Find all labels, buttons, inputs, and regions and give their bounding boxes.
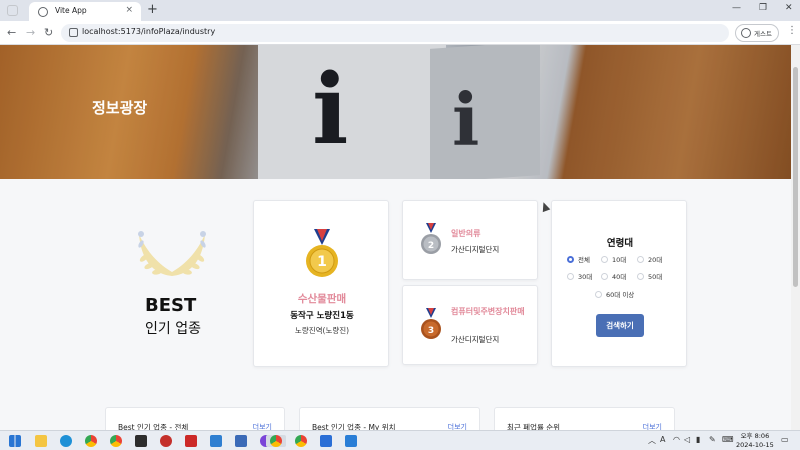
image-viewer-icon[interactable] bbox=[345, 435, 357, 447]
medal-rank-3: 3 bbox=[428, 326, 434, 336]
age-option-20s[interactable]: 20대 bbox=[637, 256, 662, 265]
speaker-icon[interactable]: ◁ bbox=[684, 435, 690, 444]
rank-1-station: 노량진역(노량진) bbox=[294, 326, 350, 335]
tab-title: Vite App bbox=[55, 6, 87, 15]
rank-3-area: 가산디지털단지 bbox=[451, 335, 500, 344]
rank-1-industry: 수산물판매 bbox=[297, 293, 347, 305]
terminal-icon[interactable] bbox=[135, 435, 147, 447]
age-option-30s[interactable]: 30대 bbox=[567, 273, 592, 282]
pen-icon[interactable]: ✎ bbox=[709, 435, 716, 444]
rank-1-district: 동작구 노량진1동 bbox=[290, 311, 354, 321]
page-scrollbar[interactable] bbox=[791, 45, 800, 430]
file-explorer-icon[interactable] bbox=[35, 435, 47, 447]
best-my-location-more-link[interactable]: 더보기 bbox=[448, 422, 467, 430]
tray-chevron-icon[interactable]: ︿ bbox=[648, 435, 656, 446]
chrome-icon[interactable] bbox=[85, 435, 97, 447]
profile-button[interactable]: 게스트 bbox=[735, 24, 779, 42]
new-tab-button[interactable]: + bbox=[147, 2, 158, 18]
browser-menu-icon[interactable]: ⋮ bbox=[787, 25, 797, 36]
profile-label: 게스트 bbox=[754, 30, 772, 38]
tab-search-icon[interactable] bbox=[7, 5, 18, 16]
rank-2-industry: 일반의류 bbox=[451, 229, 481, 238]
notification-icon[interactable]: ▭ bbox=[781, 435, 789, 444]
rank-3-card[interactable]: 3 컴퓨터및주변장치판매 가산디지털단지 bbox=[402, 285, 538, 365]
database-app-icon[interactable] bbox=[185, 435, 197, 447]
vscode-icon[interactable] bbox=[210, 435, 222, 447]
clock-date: 2024-10-15 bbox=[736, 440, 774, 449]
mouse-cursor-icon bbox=[539, 200, 551, 213]
age-option-10s[interactable]: 10대 bbox=[601, 256, 626, 265]
closure-rate-more-link[interactable]: 더보기 bbox=[643, 422, 662, 430]
rank-2-card[interactable]: 2 일반의류 가산디지털단지 bbox=[402, 200, 538, 280]
app-icon[interactable] bbox=[235, 435, 247, 447]
scrollbar-thumb[interactable] bbox=[793, 67, 798, 287]
radio-selected-icon bbox=[567, 256, 574, 263]
url-text[interactable]: localhost:5173/infoPlaza/industry bbox=[82, 27, 215, 36]
chrome-active-icon[interactable] bbox=[270, 435, 282, 447]
rank-1-card[interactable]: 1 수산물판매 동작구 노량진1동 노량진역(노량진) bbox=[253, 200, 389, 367]
best-subtitle: 인기 업종 bbox=[145, 321, 201, 337]
closure-rate-card: 최근 폐업률 순위 더보기 bbox=[494, 407, 675, 430]
keyboard-icon[interactable]: ⌨ bbox=[722, 435, 734, 444]
age-option-40s[interactable]: 40대 bbox=[601, 273, 626, 282]
wifi-icon[interactable]: ◠ bbox=[673, 435, 680, 444]
microphone-icon[interactable]: ▮ bbox=[696, 435, 700, 444]
best-all-more-link[interactable]: 더보기 bbox=[253, 422, 272, 430]
closure-rate-title: 최근 폐업률 순위 bbox=[507, 423, 561, 430]
best-my-location-title: Best 인기 업종 - My 위치 bbox=[312, 423, 396, 430]
age-option-60s-plus[interactable]: 60대 이상 bbox=[595, 291, 634, 300]
back-button[interactable]: ← bbox=[7, 25, 16, 41]
hero-banner: i i 정보광장 bbox=[0, 45, 791, 179]
recording-app-icon[interactable] bbox=[160, 435, 172, 447]
bronze-medal-icon: 3 bbox=[421, 308, 441, 339]
age-filter-card: 연령대 전체 10대 20대 30대 40대 50대 60대 이상 검색하기 bbox=[551, 200, 687, 367]
best-block: BEST 인기 업종 bbox=[105, 200, 240, 367]
photos-icon[interactable] bbox=[320, 435, 332, 447]
age-filter-title: 연령대 bbox=[606, 238, 634, 249]
maximize-button[interactable]: ❐ bbox=[759, 3, 767, 13]
age-option-all[interactable]: 전체 bbox=[567, 256, 590, 265]
edge-icon[interactable] bbox=[60, 435, 72, 447]
age-option-50s[interactable]: 50대 bbox=[637, 273, 662, 282]
page-viewport: i i 정보광장 BEST 인기 업종 1 수산물판매 동작구 노량진1동 노량… bbox=[0, 45, 800, 430]
globe-icon bbox=[38, 7, 48, 17]
rank-2-area: 가산디지털단지 bbox=[451, 245, 500, 254]
clock-time: 8:06 bbox=[754, 432, 770, 440]
chrome-app-icon[interactable] bbox=[110, 435, 122, 447]
close-window-button[interactable]: ✕ bbox=[785, 3, 793, 13]
medal-rank-1: 1 bbox=[317, 254, 327, 270]
system-clock[interactable]: 오후 8:06 2024-10-15 bbox=[736, 432, 774, 449]
browser-tab[interactable]: Vite App × bbox=[29, 2, 141, 21]
laurel-wreath-icon bbox=[138, 231, 206, 276]
best-my-location-card: Best 인기 업종 - My 위치 더보기 bbox=[299, 407, 480, 430]
chrome-profile-icon[interactable] bbox=[295, 435, 307, 447]
minimize-button[interactable]: — bbox=[732, 3, 741, 13]
browser-toolbar: ← → ↻ localhost:5173/infoPlaza/industry … bbox=[0, 21, 800, 45]
rank-3-industry: 컴퓨터및주변장치판매 bbox=[451, 307, 525, 316]
address-bar[interactable]: localhost:5173/infoPlaza/industry bbox=[61, 24, 729, 42]
windows-start-icon[interactable] bbox=[9, 435, 21, 447]
search-button[interactable]: 검색하기 bbox=[596, 314, 644, 337]
tray-ime-indicator[interactable]: A bbox=[660, 435, 665, 444]
best-all-card: Best 인기 업종 - 전체 더보기 bbox=[105, 407, 285, 430]
best-all-title: Best 인기 업종 - 전체 bbox=[118, 423, 189, 430]
reload-button[interactable]: ↻ bbox=[44, 25, 53, 41]
silver-medal-icon: 2 bbox=[421, 223, 441, 254]
forward-button[interactable]: → bbox=[26, 25, 35, 41]
site-info-icon[interactable] bbox=[69, 28, 78, 37]
medal-rank-2: 2 bbox=[428, 241, 434, 251]
os-taskbar: ︿ A ◠ ◁ ▮ ✎ ⌨ 오후 8:06 2024-10-15 ▭ bbox=[0, 430, 800, 450]
tab-close-icon[interactable]: × bbox=[125, 5, 133, 15]
browser-tab-bar: Vite App × + — ❐ ✕ bbox=[0, 0, 800, 21]
clock-period: 오후 bbox=[740, 432, 753, 440]
gold-medal-icon: 1 bbox=[306, 229, 338, 277]
best-title: BEST bbox=[145, 295, 197, 316]
person-icon bbox=[741, 28, 751, 38]
page-title: 정보광장 bbox=[92, 99, 148, 117]
